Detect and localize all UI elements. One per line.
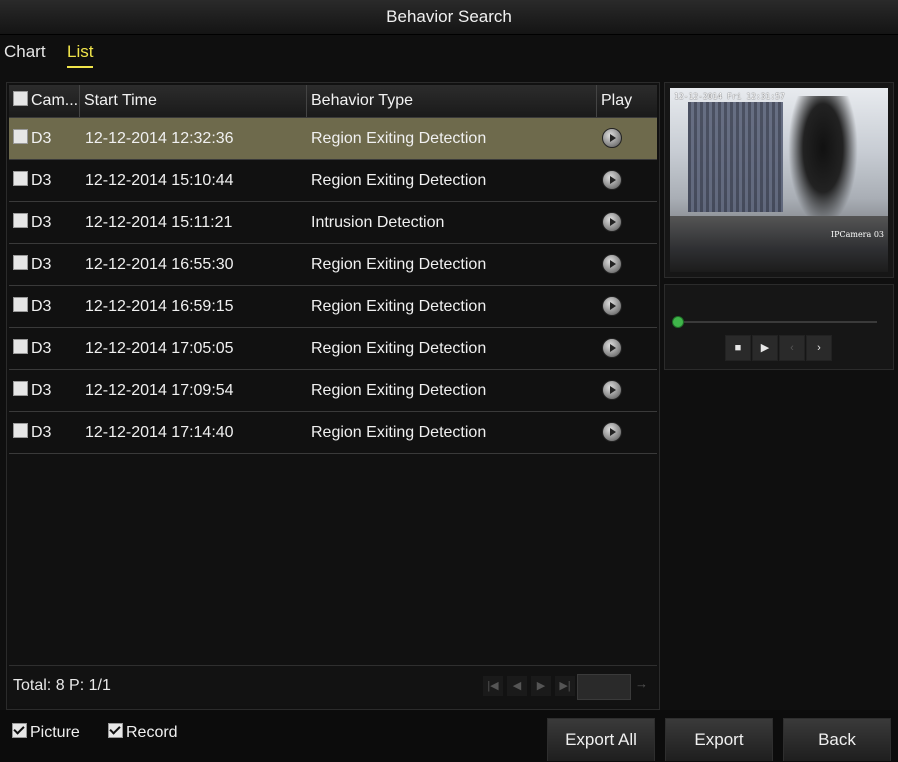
prev-page-icon[interactable]: ◀ — [507, 676, 527, 696]
start-time-cell: 12-12-2014 17:14:40 — [85, 424, 234, 441]
window-title: Behavior Search — [0, 0, 898, 35]
building-image — [688, 102, 783, 212]
chevron-right-icon[interactable]: › — [806, 335, 832, 361]
start-time-cell: 12-12-2014 15:10:44 — [85, 172, 234, 189]
row-checkbox[interactable] — [13, 213, 28, 228]
picture-checkbox[interactable]: Picture — [12, 723, 80, 742]
behavior-type-cell: Region Exiting Detection — [311, 382, 487, 399]
play-icon[interactable] — [602, 128, 622, 148]
record-checkbox[interactable]: Record — [108, 723, 178, 742]
row-checkbox[interactable] — [13, 255, 28, 270]
table-row[interactable]: D3 12-12-2014 16:55:30 Region Exiting De… — [9, 244, 657, 286]
start-time-cell: 12-12-2014 15:11:21 — [85, 214, 233, 231]
checkbox-checked-icon[interactable] — [108, 723, 123, 738]
play-icon[interactable] — [602, 338, 622, 358]
progress-knob[interactable] — [672, 316, 684, 328]
page-number-input[interactable] — [577, 674, 631, 700]
row-checkbox[interactable] — [13, 381, 28, 396]
behavior-type-cell: Region Exiting Detection — [311, 340, 487, 357]
row-checkbox[interactable] — [13, 297, 28, 312]
start-time-cell: 12-12-2014 16:59:15 — [85, 298, 234, 315]
row-checkbox[interactable] — [13, 129, 28, 144]
bottom-bar: Picture Record Export All Export Back — [0, 710, 898, 762]
export-all-button[interactable]: Export All — [547, 718, 655, 761]
row-checkbox[interactable] — [13, 339, 28, 354]
table-row[interactable]: D3 12-12-2014 12:32:36 Region Exiting De… — [9, 118, 657, 160]
table-header: Cam... Start Time Behavior Type Play — [9, 85, 657, 118]
tree-image — [788, 96, 858, 226]
table-row[interactable]: D3 12-12-2014 15:10:44 Region Exiting De… — [9, 160, 657, 202]
behavior-type-cell: Region Exiting Detection — [311, 424, 487, 441]
video-preview: 12-12-2014 Fri 12:31:57 IPCamera 03 — [664, 82, 894, 278]
play-icon[interactable]: ▶ — [752, 335, 778, 361]
total-count: Total: 8 P: 1/1 — [13, 677, 111, 694]
table-row[interactable]: D3 12-12-2014 16:59:15 Region Exiting De… — [9, 286, 657, 328]
start-time-cell: 12-12-2014 17:09:54 — [85, 382, 234, 399]
export-button[interactable]: Export — [665, 718, 773, 761]
behavior-type-cell: Region Exiting Detection — [311, 130, 487, 147]
column-camera[interactable]: Cam... — [13, 85, 79, 117]
table-row[interactable]: D3 12-12-2014 15:11:21 Intrusion Detecti… — [9, 202, 657, 244]
last-page-icon[interactable]: ▶| — [555, 676, 575, 696]
play-icon[interactable] — [602, 296, 622, 316]
behavior-type-cell: Region Exiting Detection — [311, 256, 487, 273]
table-row[interactable]: D3 12-12-2014 17:09:54 Region Exiting De… — [9, 370, 657, 412]
behavior-type-cell: Intrusion Detection — [311, 214, 445, 231]
table-row[interactable]: D3 12-12-2014 17:14:40 Region Exiting De… — [9, 412, 657, 454]
tab-chart[interactable]: Chart — [4, 42, 46, 62]
video-camera-label: IPCamera 03 — [830, 230, 884, 239]
stop-icon[interactable]: ■ — [725, 335, 751, 361]
checkbox-checked-icon[interactable] — [12, 723, 27, 738]
column-start-time[interactable]: Start Time — [79, 85, 310, 117]
video-timestamp: 12-12-2014 Fri 12:31:57 — [674, 92, 785, 101]
play-icon[interactable] — [602, 422, 622, 442]
go-arrow-icon[interactable]: → — [635, 676, 648, 691]
play-icon[interactable] — [602, 212, 622, 232]
select-all-checkbox[interactable] — [13, 91, 28, 106]
tab-list[interactable]: List — [67, 42, 94, 68]
ground-image — [670, 216, 888, 272]
next-page-icon[interactable]: ▶ — [531, 676, 551, 696]
row-checkbox[interactable] — [13, 171, 28, 186]
column-behavior-type[interactable]: Behavior Type — [306, 85, 599, 117]
progress-slider[interactable] — [675, 321, 877, 323]
play-icon[interactable] — [602, 170, 622, 190]
start-time-cell: 12-12-2014 12:32:36 — [85, 130, 234, 147]
behavior-type-cell: Region Exiting Detection — [311, 172, 487, 189]
chevron-left-icon[interactable]: ‹ — [779, 335, 805, 361]
column-play: Play — [596, 85, 657, 117]
behavior-type-cell: Region Exiting Detection — [311, 298, 487, 315]
back-button[interactable]: Back — [783, 718, 891, 761]
video-frame[interactable]: 12-12-2014 Fri 12:31:57 IPCamera 03 — [670, 88, 888, 272]
results-panel: Cam... Start Time Behavior Type Play D3 … — [6, 82, 660, 710]
table-row[interactable]: D3 12-12-2014 17:05:05 Region Exiting De… — [9, 328, 657, 370]
play-icon[interactable] — [602, 380, 622, 400]
play-icon[interactable] — [602, 254, 622, 274]
first-page-icon[interactable]: |◀ — [483, 676, 503, 696]
row-checkbox[interactable] — [13, 423, 28, 438]
start-time-cell: 12-12-2014 17:05:05 — [85, 340, 234, 357]
list-footer: Total: 8 P: 1/1 |◀ ◀ ▶ ▶| → — [9, 665, 657, 706]
playback-controls: ■ ▶ ‹ › — [664, 284, 894, 370]
start-time-cell: 12-12-2014 16:55:30 — [85, 256, 234, 273]
tab-bar: Chart List — [0, 36, 898, 70]
